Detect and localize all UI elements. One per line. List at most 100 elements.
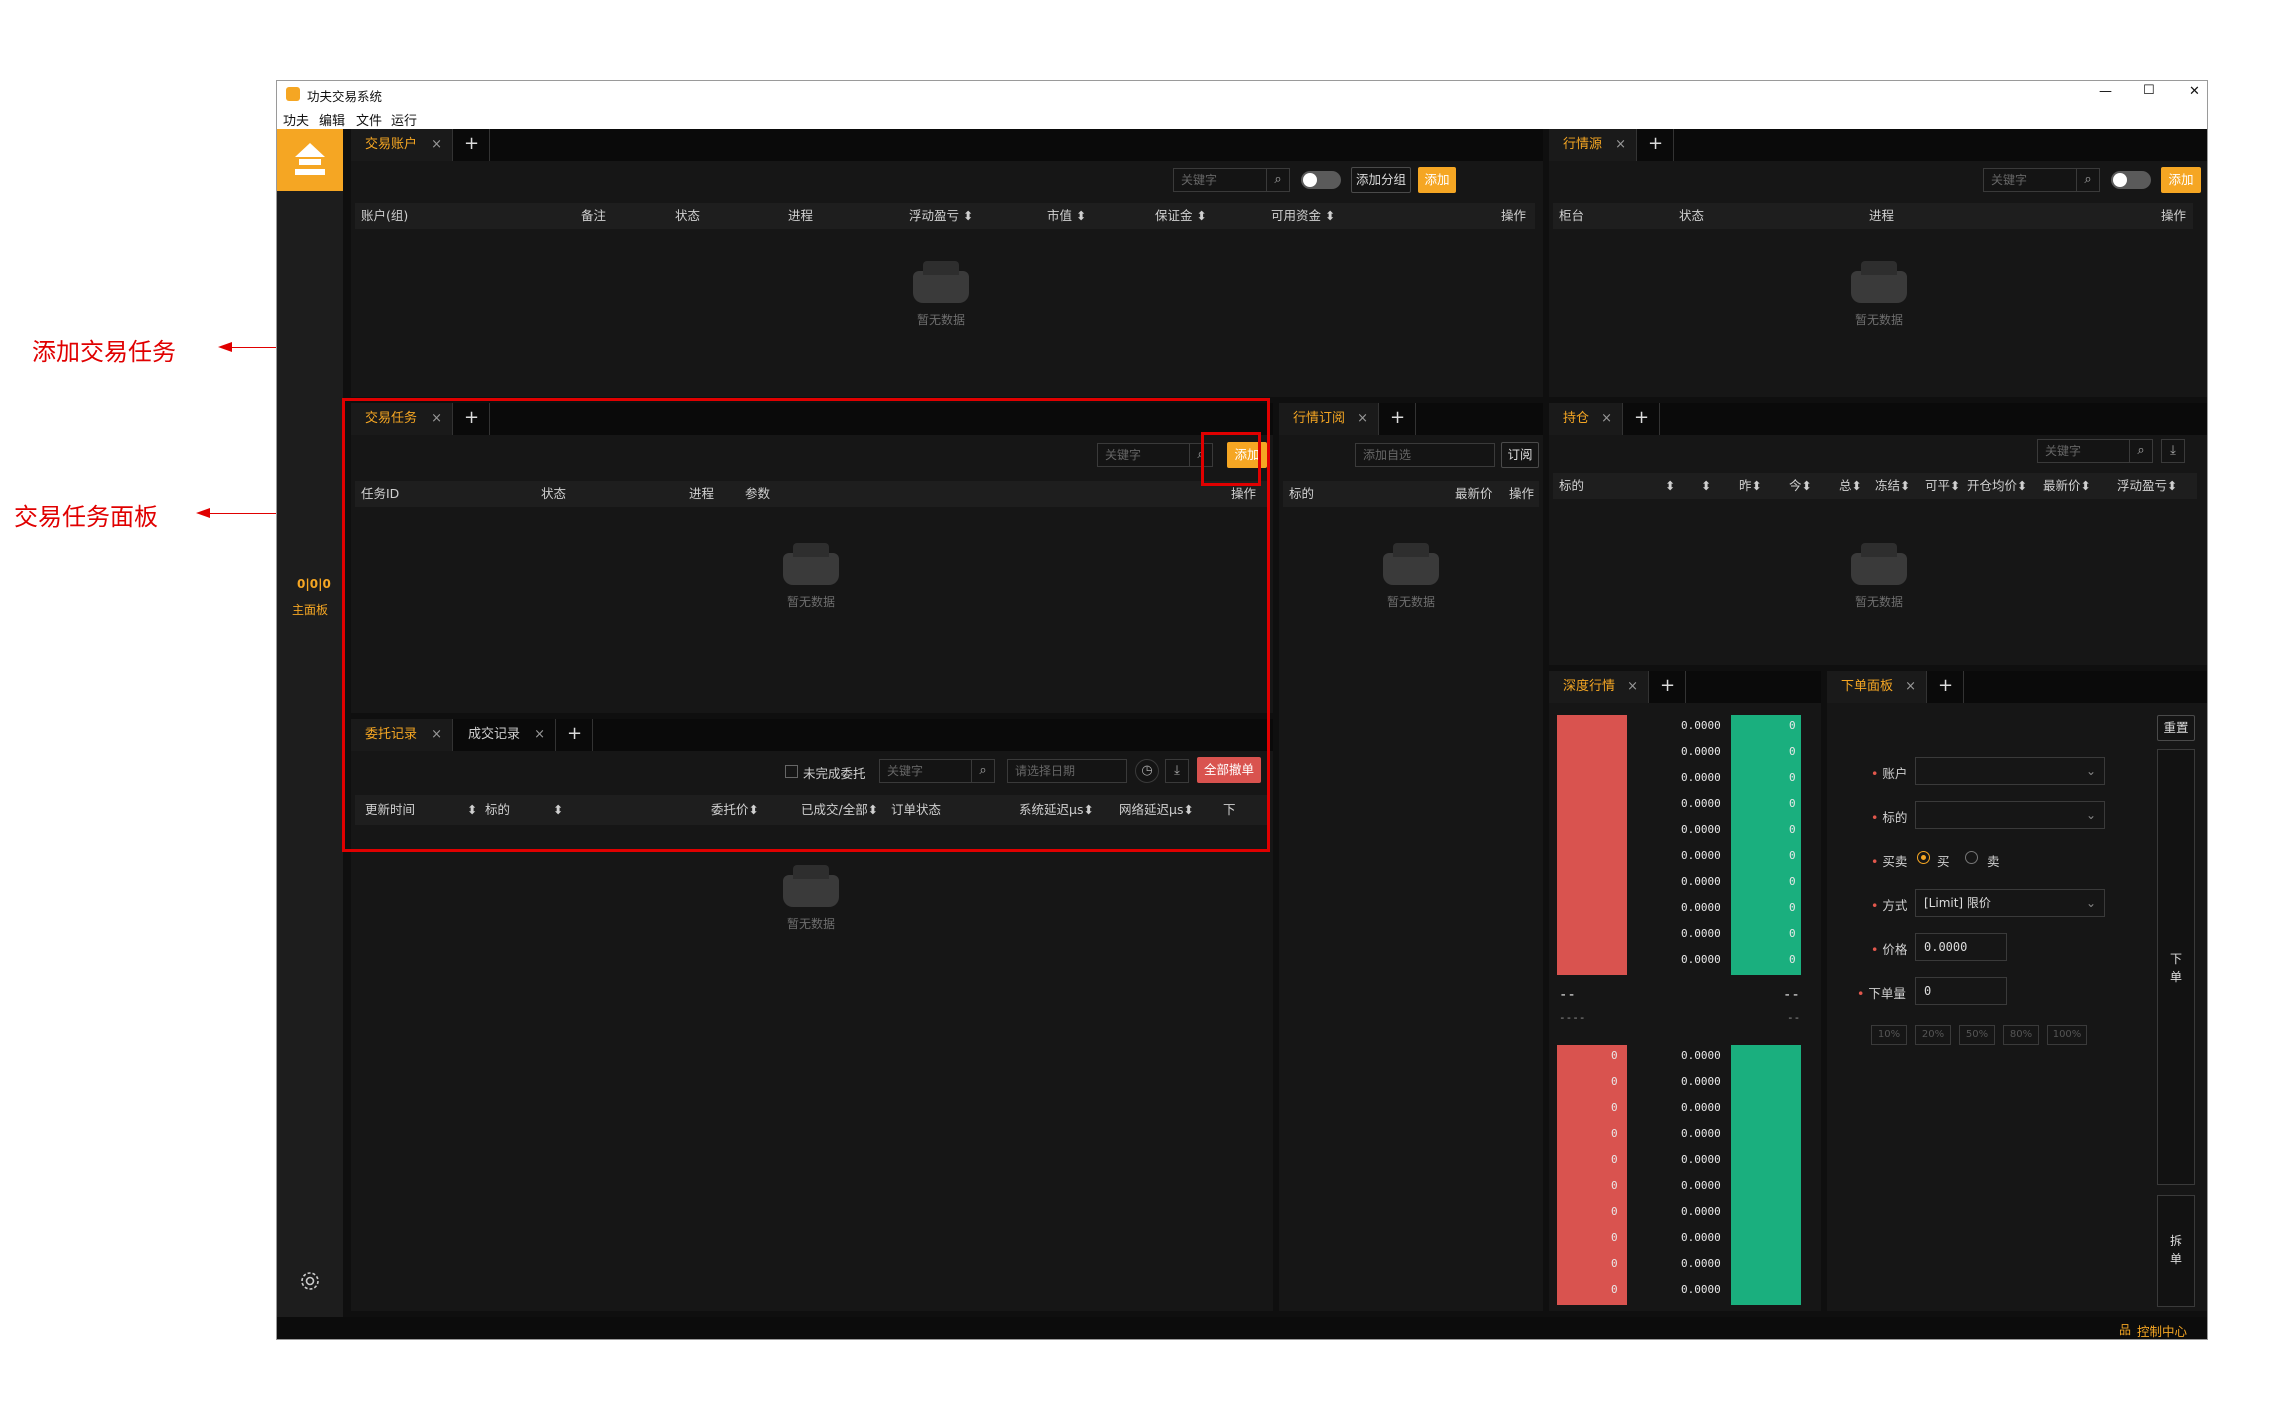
md-source-search-input[interactable]: 关键字	[1983, 168, 2077, 192]
col-header[interactable]: 昨⬍	[1739, 473, 1762, 499]
col-header[interactable]: ⬍	[1701, 473, 1711, 499]
col-header[interactable]: 可平⬍	[1925, 473, 1960, 499]
col-header[interactable]: 浮动盈亏 ⬍	[909, 203, 973, 229]
ask-volume: 0	[1789, 953, 1796, 966]
close-tab-icon[interactable]: ×	[1905, 671, 1916, 703]
col-header[interactable]: 今⬍	[1789, 473, 1812, 499]
minimize-button[interactable]: —	[2099, 84, 2112, 99]
add-tab-button[interactable]: +	[1638, 129, 1674, 161]
pct-80-button[interactable]: 80%	[2003, 1025, 2039, 1045]
sidebar-item-main-panel[interactable]: 0|0|0 主面板	[277, 569, 343, 629]
tab-market-source[interactable]: 行情源 ×	[1549, 129, 1637, 161]
settings-gear-icon[interactable]	[298, 1269, 322, 1293]
download-icon[interactable]: ⤓	[2161, 439, 2185, 463]
search-icon[interactable]: ⌕	[1266, 168, 1290, 192]
close-tab-icon[interactable]: ×	[431, 129, 442, 161]
tab-label: 行情源	[1563, 137, 1603, 152]
empty-text: 暂无数据	[916, 313, 965, 327]
pct-100-button[interactable]: 100%	[2047, 1025, 2087, 1045]
close-tab-icon[interactable]: ×	[1357, 403, 1368, 435]
tab-place-order[interactable]: 下单面板 ×	[1827, 671, 1927, 703]
menu-item-kungfu[interactable]: 功夫	[283, 110, 309, 129]
search-icon[interactable]: ⌕	[2129, 439, 2153, 463]
sell-radio[interactable]	[1965, 851, 1978, 864]
account-select[interactable]: ⌄	[1915, 757, 2105, 785]
add-watchlist-input[interactable]: 添加自选	[1355, 443, 1495, 467]
instrument-select[interactable]: ⌄	[1915, 801, 2105, 829]
add-md-source-button[interactable]: 添加	[2161, 167, 2201, 193]
add-tab-button[interactable]: +	[1928, 671, 1964, 703]
tab-positions[interactable]: 持仓 ×	[1549, 403, 1623, 435]
ask-price: 0.0000	[1681, 797, 1721, 810]
order-panel-tabbar: 下单面板 × +	[1827, 671, 2207, 703]
panel-place-order: 下单面板 × + 重置 • 账户 ⌄ • 标的 ⌄ • 买卖 买 卖 • 方式 [Limi…	[1827, 671, 2207, 1311]
app-logo-icon	[286, 87, 300, 101]
panel-accounts: 交易账户 × + 关键字 ⌕ 添加分组 添加 账户(组) 备注 状态 进程 浮动盈…	[351, 129, 1543, 397]
bid-bar-bottom	[1731, 1045, 1801, 1305]
add-tab-button[interactable]: +	[454, 129, 490, 161]
positions-search-input[interactable]: 关键字	[2037, 439, 2131, 463]
place-order-button[interactable]: 下 单	[2157, 749, 2195, 1185]
tab-label: 行情订阅	[1293, 411, 1346, 426]
status-bar: 品 控制中心	[277, 1317, 2207, 1339]
col-header[interactable]: 最新价⬍	[2043, 473, 2091, 499]
bid-volume: 0	[1611, 1101, 1618, 1114]
col-header[interactable]: 可用资金 ⬍	[1271, 203, 1335, 229]
pct-50-button[interactable]: 50%	[1959, 1025, 1995, 1045]
volume-input[interactable]: 0	[1915, 977, 2007, 1005]
col-header: 状态	[675, 208, 701, 223]
col-header[interactable]: 市值 ⬍	[1047, 203, 1086, 229]
tab-accounts[interactable]: 交易账户 ×	[351, 129, 453, 161]
buy-radio[interactable]	[1917, 851, 1930, 864]
brand-logo	[277, 129, 343, 191]
chevron-down-icon: ⌄	[2085, 808, 2096, 822]
tab-market-depth[interactable]: 深度行情 ×	[1549, 671, 1649, 703]
pct-20-button[interactable]: 20%	[1915, 1025, 1951, 1045]
md-source-toggle[interactable]	[2111, 171, 2151, 189]
md-sub-tabbar: 行情订阅 × +	[1279, 403, 1543, 435]
add-tab-button[interactable]: +	[1624, 403, 1660, 435]
field-label: 方式	[1882, 898, 1908, 913]
accounts-search-input[interactable]: 关键字	[1173, 168, 1267, 192]
add-tab-button[interactable]: +	[1650, 671, 1686, 703]
split-order-button[interactable]: 拆 单	[2157, 1195, 2195, 1307]
close-window-button[interactable]: ✕	[2189, 84, 2200, 99]
close-tab-icon[interactable]: ×	[1601, 403, 1612, 435]
col-header[interactable]: 浮动盈亏⬍	[2117, 473, 2177, 499]
col-header[interactable]: 开仓均价⬍	[1967, 473, 2027, 499]
reset-button[interactable]: 重置	[2157, 715, 2195, 741]
menu-item-file[interactable]: 文件	[356, 110, 382, 129]
add-tab-button[interactable]: +	[1380, 403, 1416, 435]
col-header[interactable]: 冻结⬍	[1875, 473, 1910, 499]
col-header[interactable]: ⬍	[1665, 473, 1675, 499]
add-account-button[interactable]: 添加	[1418, 167, 1456, 193]
close-tab-icon[interactable]: ×	[1615, 129, 1626, 161]
depth-tabbar: 深度行情 × +	[1549, 671, 1821, 703]
ask-price: 0.0000	[1681, 849, 1721, 862]
price-input[interactable]: 0.0000	[1915, 933, 2007, 961]
bid-price: 0.0000	[1681, 1231, 1721, 1244]
bid-price: 0.0000	[1681, 1127, 1721, 1140]
maximize-button[interactable]: ☐	[2143, 83, 2155, 98]
menu-item-edit[interactable]: 编辑	[319, 110, 345, 129]
pct-10-button[interactable]: 10%	[1871, 1025, 1907, 1045]
col-header[interactable]: 总⬍	[1839, 473, 1862, 499]
control-center-icon[interactable]: 品	[2119, 1321, 2131, 1338]
method-select[interactable]: [Limit] 限价 ⌄	[1915, 889, 2105, 917]
control-center-link[interactable]: 控制中心	[2137, 1321, 2187, 1339]
add-group-button[interactable]: 添加分组	[1351, 167, 1411, 193]
bid-volume: 0	[1611, 1153, 1618, 1166]
positions-table-header: 标的 ⬍ ⬍ 昨⬍ 今⬍ 总⬍ 冻结⬍ 可平⬍ 开仓均价⬍ 最新价⬍ 浮动盈亏⬍	[1553, 473, 2197, 499]
menu-item-run[interactable]: 运行	[391, 110, 417, 129]
subscribe-button[interactable]: 订阅	[1501, 442, 1539, 468]
col-header[interactable]: 保证金 ⬍	[1155, 203, 1207, 229]
highlight-task-panel	[342, 398, 1270, 852]
search-icon[interactable]: ⌕	[2076, 168, 2100, 192]
empty-box-icon	[1851, 543, 1907, 585]
tab-market-subscription[interactable]: 行情订阅 ×	[1279, 403, 1379, 435]
close-tab-icon[interactable]: ×	[1627, 671, 1638, 703]
mid-right: --	[1783, 987, 1800, 1003]
ask-volume: 0	[1789, 745, 1796, 758]
accounts-toggle[interactable]	[1301, 171, 1341, 189]
sidebar-item-label: 主面板	[292, 603, 329, 617]
